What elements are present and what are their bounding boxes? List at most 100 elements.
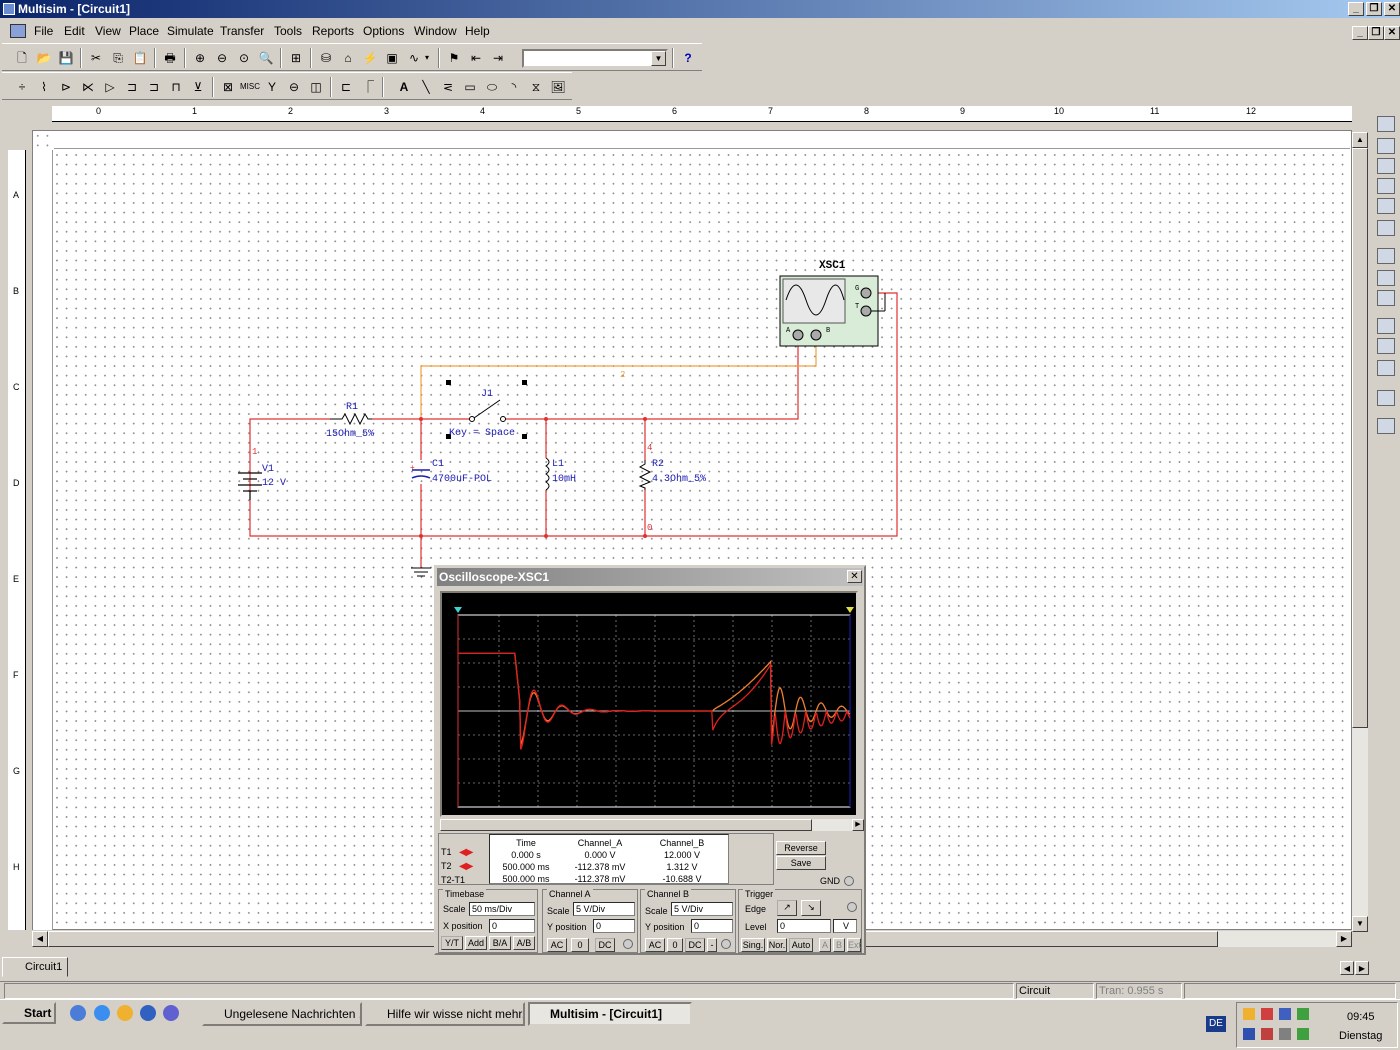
help-icon[interactable]: ? bbox=[678, 48, 698, 68]
yt-button[interactable]: Y/T bbox=[441, 936, 463, 950]
oscilloscope-icon[interactable] bbox=[1377, 178, 1395, 194]
zoom-area-icon[interactable]: ⊙ bbox=[234, 48, 254, 68]
save-icon[interactable]: 💾 bbox=[56, 48, 76, 68]
bus-icon[interactable]: ⎾ bbox=[358, 77, 378, 97]
mdi-close-button[interactable]: ✕ bbox=[1384, 26, 1400, 40]
channel-a-zero-button[interactable]: 0 bbox=[571, 938, 589, 952]
scroll-down-icon[interactable]: ▼ bbox=[1352, 916, 1368, 932]
channel-a-terminal-icon[interactable] bbox=[623, 939, 633, 949]
analog-icon[interactable]: ▷ bbox=[100, 77, 120, 97]
browser-icon[interactable] bbox=[140, 1005, 156, 1021]
channel-a-dc-button[interactable]: DC bbox=[595, 938, 615, 952]
ellipse-icon[interactable]: ⬭ bbox=[482, 77, 502, 97]
channel-a-ac-button[interactable]: AC bbox=[547, 938, 567, 952]
new-icon[interactable]: 🗋 bbox=[12, 48, 32, 68]
menu-transfer[interactable]: Transfer bbox=[220, 24, 264, 38]
basic-icon[interactable]: ⌇ bbox=[34, 77, 54, 97]
tray-icon[interactable] bbox=[1279, 1028, 1291, 1040]
erc-icon[interactable]: ⚑ bbox=[444, 48, 464, 68]
channel-b-terminal-icon[interactable] bbox=[721, 939, 731, 949]
menu-reports[interactable]: Reports bbox=[312, 24, 354, 38]
tab-scroll-left-icon[interactable]: ◀ bbox=[1340, 961, 1354, 975]
trigger-level-field[interactable]: 0 bbox=[777, 919, 831, 933]
hierarchy-icon[interactable]: ⊞ bbox=[286, 48, 306, 68]
language-indicator[interactable]: DE bbox=[1206, 1016, 1226, 1032]
auto-button[interactable]: Auto bbox=[789, 938, 813, 952]
taskbar-button-mail[interactable]: Ungelesene Nachrichten ... bbox=[202, 1002, 362, 1026]
oscilloscope-screen[interactable] bbox=[440, 591, 858, 817]
function-generator-icon[interactable] bbox=[1377, 138, 1395, 154]
trigger-a-button[interactable]: A bbox=[819, 938, 831, 952]
reverse-button[interactable]: Reverse bbox=[776, 841, 826, 855]
save-button[interactable]: Save bbox=[776, 856, 826, 870]
database-icon[interactable]: ⛁ bbox=[316, 48, 336, 68]
tray-icon[interactable] bbox=[1261, 1008, 1273, 1020]
timebase-scale-field[interactable]: 50 ms/Div bbox=[469, 902, 535, 916]
tray-icon[interactable] bbox=[1297, 1008, 1309, 1020]
t1-arrows-icon[interactable]: ◀▶ bbox=[459, 847, 473, 858]
com-icon[interactable]: ◫ bbox=[306, 77, 326, 97]
wattmeter-icon[interactable] bbox=[1377, 158, 1395, 174]
oscilloscope-window[interactable]: Oscilloscope-XSC1 ✕ ▶ T1 ◀▶ T2 ◀▶ T2-T1 … bbox=[434, 565, 866, 955]
tray-icon[interactable] bbox=[1279, 1008, 1291, 1020]
t2-arrows-icon[interactable]: ◀▶ bbox=[459, 861, 473, 872]
scroll-right-icon[interactable]: ▶ bbox=[852, 819, 864, 831]
close-icon[interactable]: ✕ bbox=[847, 570, 862, 583]
chevron-down-icon[interactable]: ▼ bbox=[651, 51, 666, 66]
start-button[interactable]: Start bbox=[2, 1002, 56, 1024]
rising-edge-icon[interactable]: ↗ bbox=[777, 900, 797, 916]
line-icon[interactable]: ╲ bbox=[416, 77, 436, 97]
copy-icon[interactable]: ⎘ bbox=[108, 48, 128, 68]
menu-options[interactable]: Options bbox=[363, 24, 404, 38]
back-annotate-icon[interactable]: ⇤ bbox=[466, 48, 486, 68]
menu-window[interactable]: Window bbox=[414, 24, 457, 38]
open-icon[interactable]: 📂 bbox=[34, 48, 54, 68]
vertical-scrollbar[interactable]: ▲ ▼ bbox=[1352, 132, 1368, 932]
ext-trigger-terminal-icon[interactable] bbox=[847, 902, 857, 912]
analysis-icon[interactable]: ∿ bbox=[404, 48, 424, 68]
taskbar-button-multisim[interactable]: Multisim - [Circuit1] bbox=[528, 1002, 692, 1026]
scroll-left-icon[interactable]: ◀ bbox=[32, 931, 48, 947]
channel-b-minus-button[interactable]: - bbox=[707, 938, 717, 952]
menu-help[interactable]: Help bbox=[465, 24, 490, 38]
four-channel-scope-icon[interactable] bbox=[1377, 198, 1395, 214]
zoom-fit-icon[interactable]: 🔍 bbox=[256, 48, 276, 68]
menu-simulate[interactable]: Simulate bbox=[167, 24, 214, 38]
print-icon[interactable]: 🖶 bbox=[160, 48, 180, 68]
maximize-button[interactable]: ❐ bbox=[1366, 2, 1382, 16]
channel-b-dc-button[interactable]: DC bbox=[685, 938, 705, 952]
text-icon[interactable]: A bbox=[394, 77, 414, 97]
media-player-icon[interactable] bbox=[163, 1005, 179, 1021]
logic-converter-icon[interactable] bbox=[1377, 318, 1395, 334]
word-generator-icon[interactable] bbox=[1377, 270, 1395, 286]
ie-icon[interactable] bbox=[94, 1005, 110, 1021]
misc-digital-icon[interactable]: ⊓ bbox=[166, 77, 186, 97]
source-icon[interactable]: ÷ bbox=[12, 77, 32, 97]
channel-b-zero-button[interactable]: 0 bbox=[667, 938, 683, 952]
distortion-analyzer-icon[interactable] bbox=[1377, 360, 1395, 376]
minimize-button[interactable]: _ bbox=[1348, 2, 1364, 16]
arc-icon[interactable]: ◝ bbox=[504, 77, 524, 97]
explorer-icon[interactable] bbox=[70, 1005, 86, 1021]
ttl-icon[interactable]: ⊐ bbox=[122, 77, 142, 97]
normal-button[interactable]: Nor. bbox=[767, 938, 787, 952]
mail-icon[interactable] bbox=[117, 1005, 133, 1021]
mdi-restore-button[interactable]: ❐ bbox=[1368, 26, 1384, 40]
falling-edge-icon[interactable]: ↘ bbox=[801, 900, 821, 916]
menu-tools[interactable]: Tools bbox=[274, 24, 302, 38]
cmos-icon[interactable]: ⊐ bbox=[144, 77, 164, 97]
oscilloscope-scrollbar[interactable]: ▶ bbox=[440, 819, 864, 831]
paste-icon[interactable]: 📋 bbox=[130, 48, 150, 68]
frequency-counter-icon[interactable] bbox=[1377, 248, 1395, 264]
misc-icon[interactable]: MISC bbox=[240, 77, 260, 97]
tray-icon[interactable] bbox=[1297, 1028, 1309, 1040]
cut-icon[interactable]: ✂ bbox=[86, 48, 106, 68]
scroll-right-icon[interactable]: ▶ bbox=[1336, 931, 1352, 947]
mixed-icon[interactable]: ⊻ bbox=[188, 77, 208, 97]
scroll-thumb[interactable] bbox=[440, 819, 812, 831]
tab-scroll-right-icon[interactable]: ▶ bbox=[1355, 961, 1369, 975]
picture-icon[interactable]: 🖼 bbox=[548, 77, 568, 97]
oscilloscope-title-bar[interactable]: Oscilloscope-XSC1 bbox=[437, 568, 863, 586]
tray-icon[interactable] bbox=[1243, 1028, 1255, 1040]
document-icon[interactable] bbox=[10, 24, 26, 38]
